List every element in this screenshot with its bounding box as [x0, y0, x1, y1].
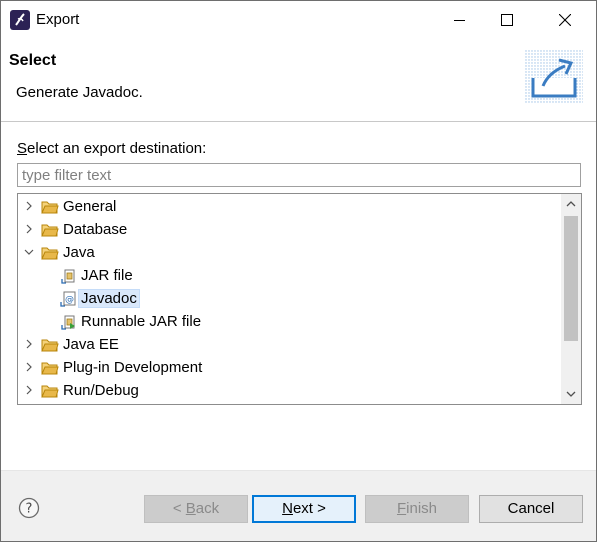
maximize-button[interactable]	[484, 1, 530, 39]
tree-item-java-ee[interactable]: Java EE	[18, 334, 558, 356]
export-dialog: Export Select Generate Javadoc. Select a…	[0, 0, 597, 542]
chevron-right-icon[interactable]	[22, 222, 36, 236]
back-button[interactable]: < Back	[144, 495, 248, 523]
filter-input[interactable]	[17, 163, 581, 187]
destination-label-text: elect an export destination:	[27, 140, 207, 157]
finish-button-text: inish	[406, 500, 438, 517]
minimize-button[interactable]	[437, 1, 483, 39]
minimize-icon	[454, 20, 465, 21]
title-bar: Export	[1, 1, 596, 39]
scroll-down-icon[interactable]	[561, 384, 581, 404]
scroll-up-icon[interactable]	[561, 194, 581, 214]
tree-vertical-scrollbar[interactable]	[561, 194, 581, 404]
chevron-right-icon[interactable]	[22, 199, 36, 213]
tree-item-label: JAR file	[81, 267, 133, 284]
tree-item-runnable-jar-file[interactable]: Runnable JAR file	[18, 311, 558, 333]
tree-item-label: Database	[63, 221, 128, 238]
folder-icon	[41, 224, 59, 237]
page-description: Generate Javadoc.	[16, 84, 143, 101]
back-button-prefix: <	[172, 500, 186, 517]
tree-item-label: Runnable JAR file	[81, 313, 202, 330]
destination-tree[interactable]: General Database Java JAR file @ Javadoc…	[17, 193, 582, 405]
chevron-right-icon[interactable]	[22, 360, 36, 374]
eclipse-app-icon	[10, 10, 30, 30]
tree-item-label: Plug-in Development	[63, 359, 203, 376]
tree-item-label: Java EE	[63, 336, 119, 353]
destination-label: Select an export destination:	[17, 140, 206, 157]
cancel-button[interactable]: Cancel	[479, 495, 583, 523]
next-button-mnemonic: N	[282, 500, 293, 517]
maximize-icon	[501, 14, 513, 26]
wizard-header: Select Generate Javadoc.	[1, 39, 596, 121]
tree-item-java[interactable]: Java	[18, 242, 558, 264]
finish-button-mnemonic: F	[396, 500, 407, 517]
tree-item-jar-file[interactable]: JAR file	[18, 265, 558, 287]
scrollbar-thumb[interactable]	[564, 216, 578, 341]
tree-item-label: General	[63, 198, 117, 215]
window-title: Export	[36, 11, 80, 28]
tree-item-run-debug[interactable]: Run/Debug	[18, 380, 558, 402]
folder-icon	[41, 362, 59, 375]
folder-open-icon	[41, 247, 59, 260]
tree-item-plug-in-development[interactable]: Plug-in Development	[18, 357, 558, 379]
folder-icon	[41, 201, 59, 214]
wizard-footer: ? < Back Next > Finish Cancel	[1, 471, 596, 541]
javadoc-icon: @	[60, 291, 76, 307]
wizard-body: Select an export destination: General Da…	[1, 122, 596, 470]
back-button-mnemonic: B	[185, 500, 196, 517]
chevron-down-icon[interactable]	[22, 245, 36, 259]
destination-label-mnemonic: S	[17, 140, 28, 157]
svg-text:@: @	[65, 295, 74, 305]
tree-item-javadoc[interactable]: @ Javadoc	[18, 288, 558, 310]
export-wizard-banner-icon	[525, 50, 583, 104]
svg-text:?: ?	[26, 502, 33, 517]
tree-item-label: Javadoc	[78, 289, 140, 308]
tree-item-label: Java	[63, 244, 95, 261]
tree-item-label: Run/Debug	[63, 382, 139, 399]
next-button[interactable]: Next >	[252, 495, 356, 523]
chevron-right-icon[interactable]	[22, 337, 36, 351]
help-icon[interactable]: ?	[18, 497, 40, 519]
page-title: Select	[9, 52, 57, 69]
tree-item-general[interactable]: General	[18, 196, 558, 218]
folder-icon	[41, 385, 59, 398]
finish-button[interactable]: Finish	[365, 495, 469, 523]
folder-icon	[41, 339, 59, 352]
close-button[interactable]	[542, 1, 588, 39]
runnable-jar-icon	[61, 315, 75, 330]
tree-item-database[interactable]: Database	[18, 219, 558, 241]
back-button-text: ack	[195, 500, 220, 517]
next-button-text: ext >	[292, 500, 326, 517]
chevron-right-icon[interactable]	[22, 383, 36, 397]
jar-file-icon	[61, 269, 75, 284]
close-icon	[559, 14, 571, 26]
